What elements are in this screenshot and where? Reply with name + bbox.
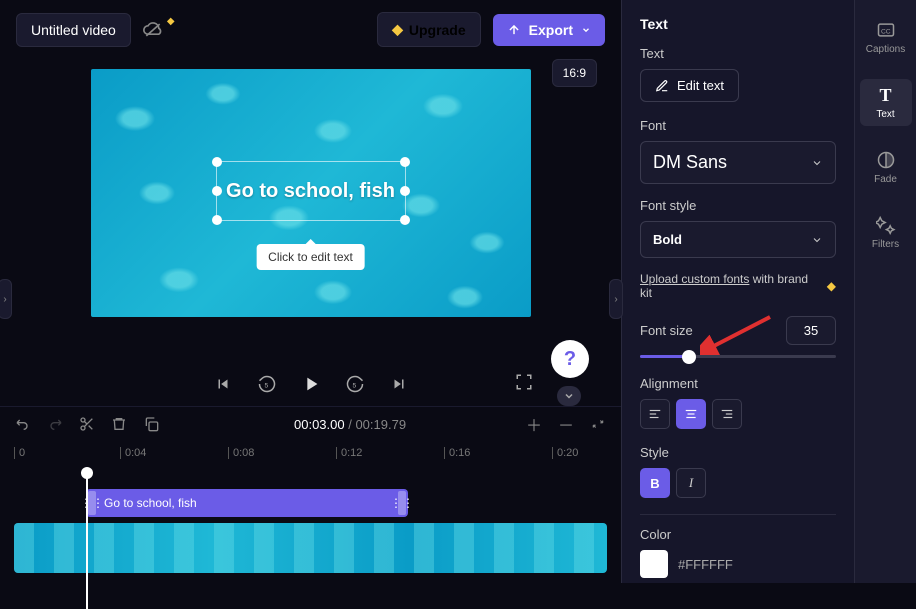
tracks-area[interactable]: ⋮⋮ Go to school, fish ⋮⋮ — [0, 489, 621, 583]
clip-trim-left[interactable]: ⋮⋮ — [88, 491, 96, 515]
svg-text:5: 5 — [264, 382, 268, 389]
color-label: Color — [640, 527, 836, 542]
rewind-5-button[interactable]: 5 — [255, 372, 279, 396]
tab-captions[interactable]: CC Captions — [860, 14, 912, 61]
resize-handle[interactable] — [212, 157, 222, 167]
video-canvas[interactable]: Go to school, fish Click to edit text — [91, 69, 531, 317]
zoom-out-button[interactable]: － — [557, 415, 575, 433]
bold-button[interactable]: B — [640, 468, 670, 498]
pen-icon — [655, 79, 669, 93]
preview-area: › Go to school, fish Click to edit text … — [0, 59, 621, 358]
left-panel-handle[interactable]: › — [0, 279, 12, 319]
resize-handle[interactable] — [400, 157, 410, 167]
gem-icon: ◆ — [827, 279, 836, 293]
timecode-display: 00:03.00 / 00:19.79 — [294, 417, 406, 432]
play-button[interactable] — [299, 372, 323, 396]
edit-text-tooltip: Click to edit text — [256, 244, 365, 270]
tab-text[interactable]: T Text — [860, 79, 912, 126]
fontstyle-dropdown[interactable]: Bold — [640, 221, 836, 258]
resize-handle[interactable] — [212, 215, 222, 225]
fontsize-slider[interactable] — [640, 355, 836, 358]
right-panel-handle[interactable]: › — [609, 279, 623, 319]
align-center-button[interactable] — [676, 399, 706, 429]
slider-thumb[interactable] — [682, 350, 696, 364]
color-swatch[interactable] — [640, 550, 668, 578]
upload-icon — [507, 23, 521, 37]
clip-trim-right[interactable]: ⋮⋮ — [398, 491, 406, 515]
zoom-in-button[interactable]: ＋ — [525, 415, 543, 433]
align-left-button[interactable] — [640, 399, 670, 429]
fit-button[interactable] — [589, 415, 607, 433]
help-button[interactable]: ? — [551, 340, 589, 378]
italic-button[interactable]: I — [676, 468, 706, 498]
chevron-down-icon — [811, 234, 823, 246]
style-group: B I — [640, 468, 836, 498]
resize-handle[interactable] — [400, 215, 410, 225]
tab-fade[interactable]: Fade — [860, 144, 912, 191]
properties-panel: Text Text Edit text Font DM Sans Font st… — [621, 0, 854, 583]
chevron-down-icon — [811, 157, 823, 169]
resize-handle[interactable] — [212, 186, 222, 196]
project-title[interactable]: Untitled video — [16, 13, 131, 47]
upload-fonts-link[interactable]: Upload custom fonts with brand kit ◆ — [640, 272, 836, 300]
panel-title: Text — [640, 16, 836, 32]
gem-icon: ◆ — [392, 21, 403, 38]
fontsize-label: Font size — [640, 323, 693, 338]
text-section-label: Text — [640, 46, 836, 61]
topbar: Untitled video ◆ ◆ Upgrade Export — [0, 0, 621, 59]
fontsize-input[interactable] — [786, 316, 836, 345]
undo-button[interactable] — [14, 415, 32, 433]
fullscreen-button[interactable] — [515, 373, 533, 396]
filters-icon — [876, 215, 896, 235]
aspect-ratio-badge[interactable]: 16:9 — [552, 59, 597, 87]
svg-text:CC: CC — [881, 28, 891, 35]
skip-forward-button[interactable] — [387, 372, 411, 396]
fade-icon — [876, 150, 896, 170]
captions-icon: CC — [876, 20, 896, 40]
forward-5-button[interactable]: 5 — [343, 372, 367, 396]
resize-handle[interactable] — [400, 186, 410, 196]
font-dropdown[interactable]: DM Sans — [640, 141, 836, 184]
color-hex: #FFFFFF — [678, 557, 733, 572]
alignment-label: Alignment — [640, 376, 836, 391]
collapse-controls-button[interactable] — [557, 386, 581, 406]
alignment-group — [640, 399, 836, 429]
fontstyle-label: Font style — [640, 198, 836, 213]
font-label: Font — [640, 118, 836, 133]
text-overlay-selection[interactable]: Go to school, fish — [216, 161, 406, 221]
tab-filters[interactable]: Filters — [860, 209, 912, 256]
redo-button[interactable] — [46, 415, 64, 433]
delete-button[interactable] — [110, 415, 128, 433]
playback-controls: 5 5 ? — [0, 358, 621, 406]
playhead[interactable] — [86, 469, 88, 609]
duplicate-button[interactable] — [142, 415, 160, 433]
style-label: Style — [640, 445, 836, 460]
chevron-down-icon — [581, 25, 591, 35]
timeline: 00:03.00 / 00:19.79 ＋ － 0 0:04 0:08 0:12… — [0, 406, 621, 583]
overlay-text[interactable]: Go to school, fish — [226, 179, 395, 203]
align-right-button[interactable] — [712, 399, 742, 429]
svg-text:5: 5 — [352, 382, 356, 389]
side-tabs: CC Captions T Text Fade Filters — [854, 0, 916, 583]
skip-back-button[interactable] — [211, 372, 235, 396]
video-clip[interactable] — [14, 523, 607, 573]
timeline-ruler[interactable]: 0 0:04 0:08 0:12 0:16 0:20 — [0, 441, 621, 461]
split-button[interactable] — [78, 415, 96, 433]
text-icon: T — [876, 85, 896, 105]
cloud-sync-icon[interactable]: ◆ — [143, 22, 175, 38]
upgrade-button[interactable]: ◆ Upgrade — [377, 12, 481, 47]
edit-text-button[interactable]: Edit text — [640, 69, 739, 102]
export-button[interactable]: Export — [493, 14, 605, 46]
text-clip[interactable]: ⋮⋮ Go to school, fish ⋮⋮ — [86, 489, 408, 517]
